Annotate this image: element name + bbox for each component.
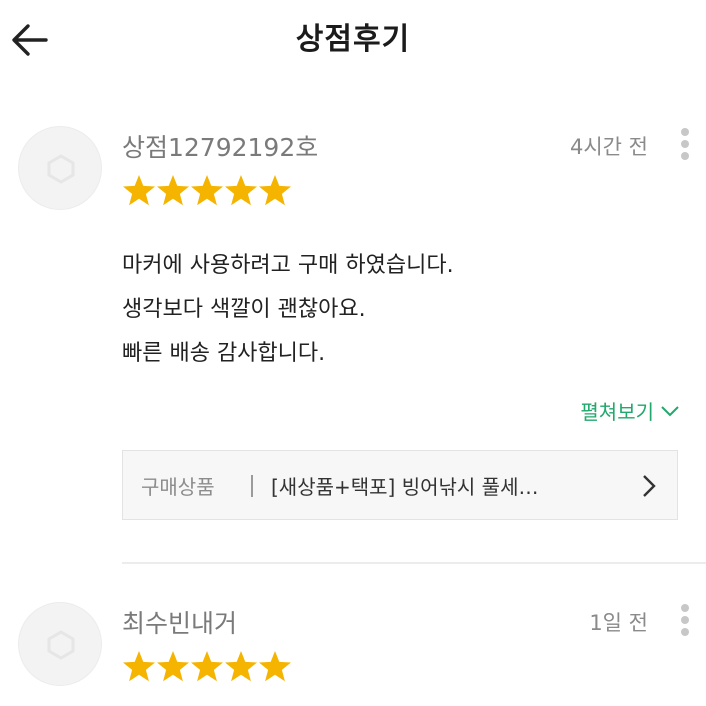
star-icon (123, 175, 155, 206)
review-line: 생각보다 색깔이 괜찮아요. (122, 297, 366, 322)
dot-icon (681, 128, 689, 136)
chevron-right-icon (643, 475, 656, 497)
dot-icon (681, 140, 689, 148)
star-icon (225, 175, 257, 206)
star-icon (123, 651, 155, 682)
separator (251, 475, 253, 497)
star-icon (157, 175, 189, 206)
star-icon (259, 651, 291, 682)
star-rating (122, 174, 294, 208)
star-icon (259, 175, 291, 206)
star-icon (157, 651, 189, 682)
review-line: 빠른 배송 감사합니다. (122, 341, 326, 366)
product-label: 구매상품 (141, 475, 215, 499)
expand-button[interactable]: 펼쳐보기 (580, 396, 680, 425)
shop-icon (47, 630, 75, 660)
page-title: 상점후기 (295, 22, 411, 57)
dot-icon (681, 616, 689, 624)
dot-icon (681, 628, 689, 636)
avatar[interactable] (18, 126, 102, 210)
reviewer-name[interactable]: 상점12792192호 (122, 128, 318, 164)
product-name: [새상품+택포] 빙어낚시 풀세… (271, 475, 539, 499)
review-line: 마커에 사용하려고 구매 하였습니다. (122, 253, 454, 278)
expand-label: 펼쳐보기 (580, 400, 654, 424)
review-time: 4시간 전 (570, 135, 648, 159)
shop-icon (47, 154, 75, 184)
review-text: 마커에 사용하려고 구매 하였습니다. 생각보다 색깔이 괜찮아요. 빠른 배송… (122, 244, 662, 376)
divider (122, 562, 706, 564)
reviewer-name[interactable]: 최수빈내거 (122, 604, 237, 640)
top-bar: 상점후기 (0, 0, 706, 76)
more-options-button[interactable] (678, 602, 692, 642)
dot-icon (681, 152, 689, 160)
chevron-down-icon (661, 405, 679, 416)
star-rating (122, 650, 294, 684)
star-icon (225, 651, 257, 682)
star-icon (191, 175, 223, 206)
purchased-product-link[interactable]: 구매상품 [새상품+택포] 빙어낚시 풀세… (122, 450, 678, 520)
review-time: 1일 전 (589, 611, 648, 635)
avatar[interactable] (18, 602, 102, 686)
star-icon (191, 651, 223, 682)
more-options-button[interactable] (678, 126, 692, 166)
dot-icon (681, 604, 689, 612)
